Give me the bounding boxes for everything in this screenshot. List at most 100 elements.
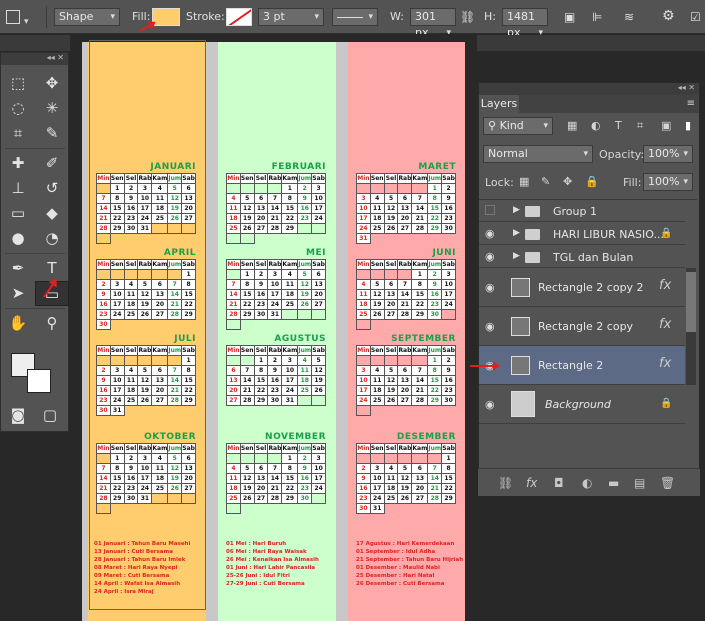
hand-tool-icon[interactable]: ✋ — [1, 311, 35, 336]
calendar-strip-3[interactable] — [348, 42, 465, 621]
link-icon[interactable]: ⛓ — [460, 10, 475, 24]
paint-bucket-tool-icon[interactable]: ◆ — [35, 201, 69, 226]
stroke-type-select[interactable] — [332, 8, 378, 26]
width-field[interactable]: 301 px — [410, 8, 456, 39]
lasso-tool-icon[interactable]: ◌ — [1, 96, 35, 121]
opacity-field[interactable]: 100% — [643, 145, 693, 163]
type-filter-icon[interactable]: T — [615, 119, 622, 132]
panel-menu-icon[interactable]: ≡ — [687, 98, 695, 109]
shape-filter-icon[interactable]: ⌗ — [637, 119, 643, 133]
lock-all-icon[interactable]: 🔒 — [585, 175, 599, 188]
healing-brush-tool-icon[interactable]: ✚ — [1, 151, 35, 176]
clone-stamp-tool-icon[interactable]: ⊥ — [1, 176, 35, 201]
day-cell: 18 — [370, 214, 385, 224]
expand-arrow-icon[interactable]: ▶ — [513, 228, 520, 238]
layer-row-tgl-dan-bulan[interactable]: ◉ ▶ TGL dan Bulan — [479, 245, 685, 268]
crop-tool-icon[interactable]: ⌗ — [1, 121, 35, 146]
mode-select[interactable]: Shape — [54, 8, 120, 26]
add-layer-style-icon[interactable]: fx — [526, 476, 537, 490]
day-cell: 12 — [298, 280, 313, 290]
pen-tool-icon[interactable]: ✒ — [1, 256, 35, 281]
layer-row-rectangle-2-copy[interactable]: ◉ Rectangle 2 copy fx — [479, 307, 685, 346]
day-cell: 4 — [370, 366, 385, 376]
path-operations-icon[interactable]: ▣ — [564, 10, 575, 24]
layer-row-group-1[interactable]: ▶ Group 1 — [479, 200, 685, 222]
day-cell: 5 — [370, 280, 385, 290]
adjustment-filter-icon[interactable]: ◐ — [591, 119, 601, 132]
stroke-width-field[interactable]: 3 pt — [258, 8, 324, 26]
new-group-icon[interactable]: ▬ — [608, 476, 619, 490]
smart-object-filter-icon[interactable]: ▣ — [661, 119, 671, 132]
eye-icon[interactable]: ◉ — [485, 320, 495, 333]
path-selection-tool-icon[interactable]: ➤ — [1, 281, 35, 306]
stroke-swatch[interactable] — [226, 8, 252, 26]
search-icon: ⚲ — [488, 119, 500, 132]
day-cell: 27 — [152, 310, 169, 320]
filter-kind-select[interactable]: ⚲ Kind — [483, 117, 553, 135]
height-field[interactable]: 1481 px — [502, 8, 548, 39]
layer-row-background[interactable]: ◉ Background 🔒 — [479, 385, 685, 424]
layer-row-hari-libur[interactable]: ◉ ▶ HARI LIBUR NASIO... 🔒 — [479, 222, 685, 245]
gear-icon[interactable]: ⚙ — [662, 8, 675, 24]
history-brush-tool-icon[interactable]: ↺ — [35, 176, 69, 201]
magic-wand-tool-icon[interactable]: ✳ — [35, 96, 69, 121]
dodge-tool-icon[interactable]: ◔ — [35, 226, 69, 251]
day-cell: 15 — [428, 204, 443, 214]
layer-row-rectangle-2-copy-2[interactable]: ◉ Rectangle 2 copy 2 fx — [479, 268, 685, 307]
expand-arrow-icon[interactable]: ▶ — [513, 251, 520, 261]
zoom-tool-icon[interactable]: ⚲ — [35, 311, 69, 336]
link-layers-icon[interactable]: ⛓ — [498, 476, 513, 490]
eraser-tool-icon[interactable]: ▭ — [1, 201, 35, 226]
eye-icon[interactable]: ◉ — [485, 398, 495, 411]
path-alignment-icon[interactable]: ⊫ — [592, 10, 602, 24]
day-cell: 22 — [182, 300, 196, 310]
day-cell: 16 — [268, 376, 283, 386]
day-header: Min — [227, 346, 241, 356]
calendar-strip-2[interactable] — [218, 42, 336, 621]
fill-field[interactable]: 100% — [643, 173, 693, 191]
eyedropper-tool-icon[interactable]: ✎ — [35, 121, 69, 146]
layer-list: ▶ Group 1 ◉ ▶ HARI LIBUR NASIO... 🔒 ◉ ▶ … — [479, 199, 697, 471]
background-color-swatch[interactable] — [27, 369, 51, 393]
pixel-filter-icon[interactable]: ▦ — [567, 119, 577, 132]
day-cell: 26 — [298, 300, 313, 310]
lock-pixels-icon[interactable]: ✎ — [541, 175, 550, 188]
lock-transparent-icon[interactable]: ▦ — [519, 175, 529, 188]
scrollbar[interactable] — [686, 268, 696, 385]
eye-icon[interactable]: ◉ — [485, 281, 495, 294]
eye-icon[interactable]: ◉ — [485, 250, 495, 263]
screen-mode-icon[interactable]: ▢ — [37, 403, 63, 428]
move-tool-icon[interactable]: ✥ — [35, 71, 69, 96]
delete-layer-icon[interactable]: 🗑 — [660, 476, 675, 490]
filter-toggle[interactable]: ▮ — [685, 119, 691, 132]
new-adjustment-layer-icon[interactable]: ◐ — [582, 476, 592, 490]
brush-tool-icon[interactable]: ✐ — [35, 151, 69, 176]
calendar-strip-1[interactable] — [88, 42, 206, 621]
blend-mode-select[interactable]: Normal — [483, 145, 593, 163]
marquee-tool-icon[interactable]: ⬚ — [1, 71, 35, 96]
lock-position-icon[interactable]: ✥ — [563, 175, 572, 188]
day-cell — [227, 184, 241, 194]
add-mask-icon[interactable]: ◘ — [554, 476, 564, 490]
fx-icon[interactable]: fx — [659, 317, 671, 332]
tab-layers[interactable]: Layers — [479, 95, 519, 113]
align-edges-checkbox[interactable]: ☑ — [690, 10, 701, 24]
fx-icon[interactable]: fx — [659, 278, 671, 293]
blur-tool-icon[interactable]: ● — [1, 226, 35, 251]
visibility-toggle-off[interactable] — [485, 205, 495, 215]
document-canvas[interactable]: JANUARI Min Sen Sel Rab Kam Jum Sab 1 2 3 4 5 6 7 8 9 10 1… — [82, 42, 465, 621]
eye-icon[interactable]: ◉ — [485, 227, 495, 240]
quick-mask-icon[interactable]: ◙ — [5, 403, 31, 428]
tool-preset-picker[interactable]: ▾ — [6, 8, 40, 27]
expand-arrow-icon[interactable]: ▶ — [513, 205, 520, 215]
day-cell — [254, 184, 269, 194]
path-arrangement-icon[interactable]: ≋ — [624, 10, 634, 24]
document-canvas-area[interactable]: JANUARI Min Sen Sel Rab Kam Jum Sab 1 2 3 4 5 6 7 8 9 10 1… — [70, 34, 477, 621]
day-cell: 16 — [97, 386, 111, 396]
color-swatches[interactable] — [11, 353, 55, 397]
layer-row-rectangle-2[interactable]: ◉ Rectangle 2 fx — [479, 346, 685, 385]
new-layer-icon[interactable]: ▤ — [634, 476, 645, 490]
fx-icon[interactable]: fx — [659, 356, 671, 371]
day-cell: 9 — [254, 280, 269, 290]
scrollbar-thumb[interactable] — [686, 272, 696, 332]
